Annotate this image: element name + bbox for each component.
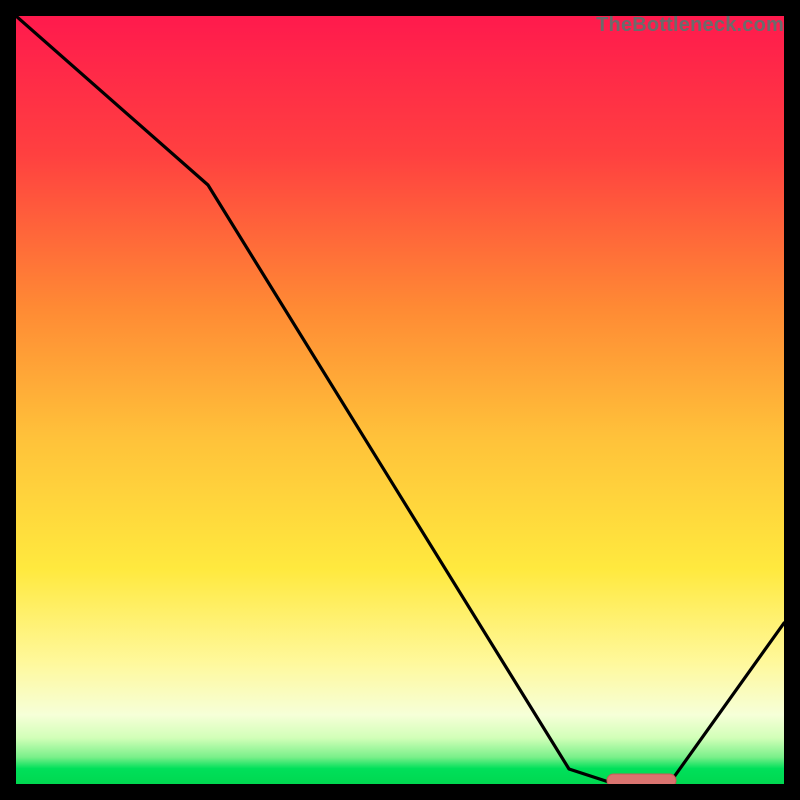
watermark-text: TheBottleneck.com (596, 14, 784, 37)
optimum-marker (607, 774, 676, 784)
chart-svg (16, 16, 784, 784)
gradient-background (16, 16, 784, 784)
chart-frame: TheBottleneck.com (16, 16, 784, 784)
